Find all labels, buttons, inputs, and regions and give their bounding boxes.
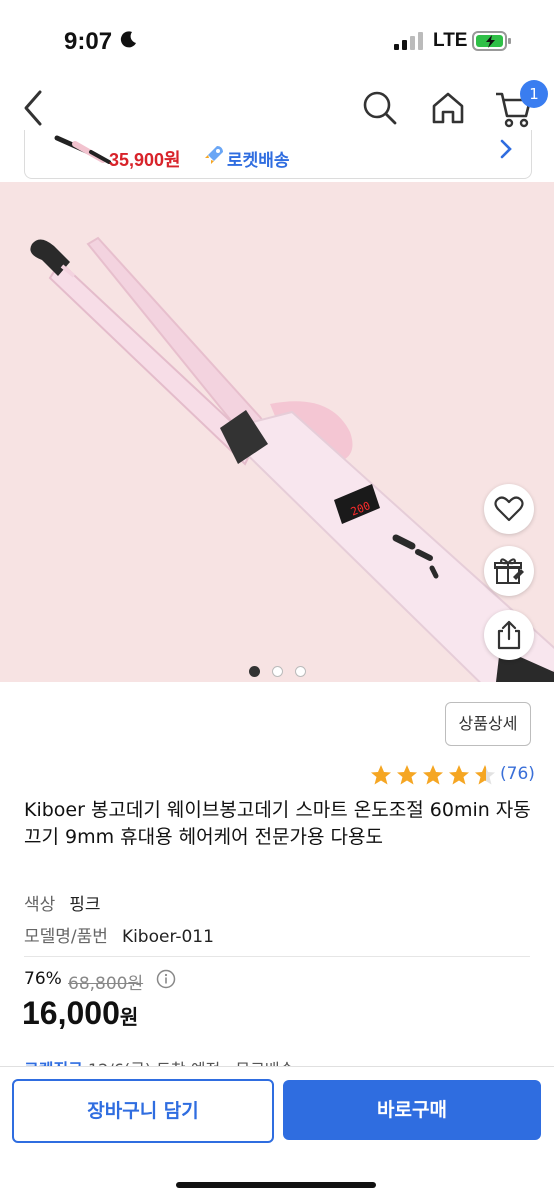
rocket-icon xyxy=(205,146,223,164)
moon-icon xyxy=(120,31,136,48)
product-thumbnail xyxy=(54,135,111,164)
product-image-gallery[interactable]: 200 xyxy=(0,182,554,682)
rating-stars xyxy=(371,765,495,785)
heart-icon xyxy=(494,496,524,522)
pagination-dot[interactable] xyxy=(272,666,283,677)
spec-color-value: 핑크 xyxy=(69,895,101,915)
home-icon[interactable] xyxy=(428,88,468,128)
review-count[interactable]: (76) xyxy=(500,764,535,784)
product-detail-button[interactable]: 상품상세 xyxy=(445,702,531,746)
gallery-pagination xyxy=(0,662,554,680)
status-bar: 9:07 LTE xyxy=(0,0,554,80)
sale-price-currency: 원 xyxy=(119,1007,139,1029)
star-icon xyxy=(449,765,469,785)
info-icon[interactable] xyxy=(156,969,176,989)
status-time: 9:07 xyxy=(64,28,113,55)
spec-model: 모델명/품번 Kiboer-011 xyxy=(24,922,214,947)
battery-icon xyxy=(472,31,511,51)
bottom-action-bar: 장바구니 담기 바로구매 xyxy=(0,1066,554,1201)
buy-now-button[interactable]: 바로구매 xyxy=(283,1080,541,1140)
half-star-icon xyxy=(475,765,495,785)
add-to-cart-button[interactable]: 장바구니 담기 xyxy=(12,1079,274,1143)
product-title: Kiboer 봉고데기 웨이브봉고데기 스마트 온도조절 60min 자동 끄기… xyxy=(24,799,531,848)
back-arrow-icon[interactable] xyxy=(18,88,50,128)
star-icon xyxy=(397,765,417,785)
discount-rate: 76% xyxy=(24,969,62,989)
signal-icon xyxy=(394,32,423,50)
section-divider xyxy=(24,956,530,957)
cart-count-badge: 1 xyxy=(520,80,548,108)
spec-color-label: 색상 xyxy=(24,895,56,915)
sticky-product-price: 35,900원 xyxy=(109,150,181,170)
top-nav-bar xyxy=(0,80,554,136)
original-price: 68,800원 xyxy=(68,974,144,994)
curling-iron-image: 200 xyxy=(30,236,554,682)
home-indicator[interactable] xyxy=(176,1182,376,1188)
network-label: LTE xyxy=(433,30,468,51)
share-icon xyxy=(497,620,521,650)
sticky-product-card[interactable]: 35,900원 로켓배송 xyxy=(24,130,532,179)
spec-model-value: Kiboer-011 xyxy=(121,927,214,947)
pagination-dot[interactable] xyxy=(295,666,306,677)
gift-icon xyxy=(494,558,524,584)
search-icon[interactable] xyxy=(360,88,398,128)
chevron-right-icon[interactable] xyxy=(497,136,515,162)
sale-price-amount: 16,000 xyxy=(22,995,120,1031)
spec-color: 색상 핑크 xyxy=(24,890,101,915)
share-button[interactable] xyxy=(484,610,534,660)
wishlist-button[interactable] xyxy=(484,484,534,534)
spec-model-label: 모델명/품번 xyxy=(24,927,108,947)
star-icon xyxy=(423,765,443,785)
pagination-dot[interactable] xyxy=(249,666,260,677)
gift-button[interactable] xyxy=(484,546,534,596)
rocket-delivery-label: 로켓배송 xyxy=(227,151,290,171)
sale-price: 16,000원 xyxy=(22,995,138,1032)
star-icon xyxy=(371,765,391,785)
